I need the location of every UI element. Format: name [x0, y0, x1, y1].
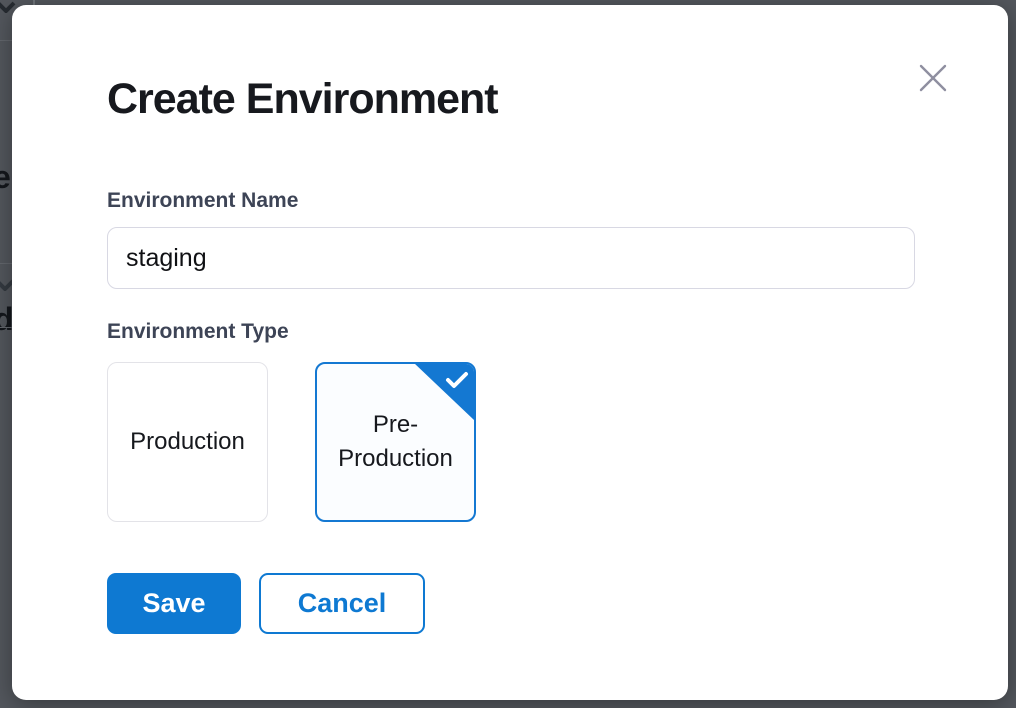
dialog-title: Create Environment [107, 75, 498, 124]
environment-name-label: Environment Name [107, 189, 298, 213]
environment-type-picker: Production Pre-Production [107, 362, 476, 522]
check-icon [445, 370, 469, 390]
close-button[interactable] [914, 59, 952, 97]
type-card-label: Pre-Production [317, 408, 474, 476]
close-icon [917, 62, 949, 94]
cancel-button[interactable]: Cancel [259, 573, 425, 634]
dimmed-backdrop[interactable]: e d Create Environment Environment Name … [0, 0, 1016, 708]
save-button[interactable]: Save [107, 573, 241, 634]
dialog-actions: Save Cancel [107, 573, 425, 634]
background-divider [0, 40, 12, 41]
environment-name-input[interactable] [107, 227, 915, 289]
create-environment-dialog: Create Environment Environment Name Envi… [12, 5, 1008, 700]
background-text-fragment: e [0, 161, 11, 193]
background-divider [0, 263, 12, 264]
type-card-production[interactable]: Production [107, 362, 268, 522]
environment-type-label: Environment Type [107, 320, 289, 344]
background-divider [0, 327, 12, 328]
type-card-label: Production [116, 425, 259, 459]
type-card-pre-production[interactable]: Pre-Production [315, 362, 476, 522]
